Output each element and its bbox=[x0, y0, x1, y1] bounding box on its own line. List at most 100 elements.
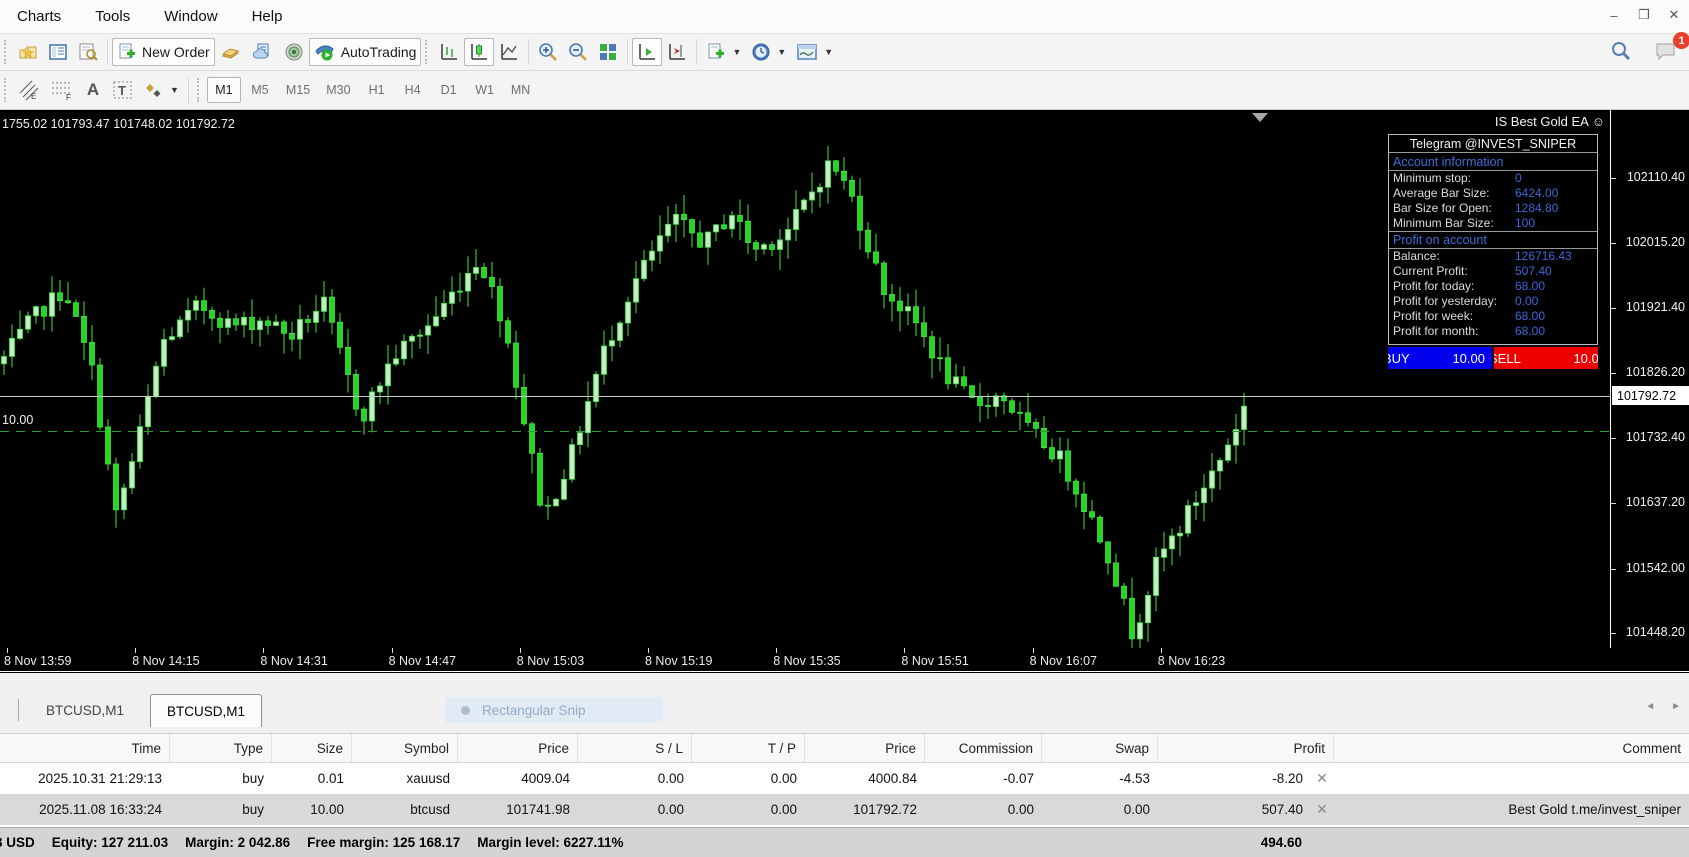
history-button[interactable] bbox=[215, 38, 247, 66]
chevron-down-icon[interactable]: ▼ bbox=[170, 85, 179, 95]
sell-button[interactable]: SELL 10.00 bbox=[1494, 347, 1598, 369]
arrows-tool-button[interactable]: ▼ bbox=[139, 76, 184, 104]
tab-btcusd-1[interactable]: BTCUSD,M1 bbox=[30, 694, 140, 727]
zoom-in-icon bbox=[538, 42, 558, 62]
close-position-button[interactable]: ✕ bbox=[1312, 770, 1332, 787]
chart-shift-button[interactable] bbox=[662, 38, 692, 66]
autotrading-button[interactable]: AutoTrading bbox=[309, 38, 422, 66]
timeframe-m15[interactable]: M15 bbox=[279, 77, 317, 103]
zoom-in-button[interactable] bbox=[533, 38, 563, 66]
price-axis-label: 101542.00 bbox=[1626, 561, 1685, 575]
line-chart-button[interactable] bbox=[494, 38, 524, 66]
position-line[interactable] bbox=[0, 431, 1610, 432]
periods-button[interactable]: ▼ bbox=[746, 38, 791, 66]
tab-scroll-right[interactable]: ► bbox=[1671, 701, 1681, 712]
text-tool-button[interactable]: A bbox=[79, 76, 107, 104]
ea-row: Bar Size for Open:1284.80 bbox=[1389, 201, 1597, 216]
profiles-button[interactable] bbox=[13, 38, 43, 66]
notification-badge: 1 bbox=[1673, 32, 1689, 49]
auto-scroll-button[interactable] bbox=[632, 38, 662, 66]
candlestick-chart-button[interactable] bbox=[464, 38, 494, 66]
ea-row: Minimum stop:0 bbox=[1389, 171, 1597, 186]
time-axis-label: 8 Nov 15:35 bbox=[773, 654, 840, 668]
col-price-current[interactable]: Price bbox=[805, 734, 925, 762]
new-order-label: New Order bbox=[142, 44, 210, 60]
market-watch-button[interactable] bbox=[43, 38, 73, 66]
line-chart-icon bbox=[499, 42, 519, 62]
timeframe-h1[interactable]: H1 bbox=[360, 77, 394, 103]
chevron-down-icon[interactable]: ▼ bbox=[732, 47, 741, 57]
price-axis-label: 101637.20 bbox=[1626, 495, 1685, 509]
rectangular-snip-overlay: Rectangular Snip bbox=[445, 697, 663, 723]
col-time[interactable]: Time bbox=[0, 734, 170, 762]
chevron-down-icon[interactable]: ▼ bbox=[777, 47, 786, 57]
ea-row: Average Bar Size:6424.00 bbox=[1389, 186, 1597, 201]
col-commission[interactable]: Commission bbox=[925, 734, 1042, 762]
menu-help[interactable]: Help bbox=[235, 0, 300, 34]
text-label-button[interactable]: T bbox=[107, 76, 139, 104]
ea-row: Profit for yesterday:0.00 bbox=[1389, 294, 1597, 309]
menu-charts[interactable]: Charts bbox=[0, 0, 78, 34]
publish-button[interactable] bbox=[247, 38, 279, 66]
cloud-publish-icon bbox=[252, 42, 274, 62]
close-position-button[interactable]: ✕ bbox=[1312, 801, 1332, 818]
search-icon bbox=[1610, 40, 1632, 62]
col-profit[interactable]: Profit bbox=[1158, 734, 1334, 762]
time-axis[interactable]: 8 Nov 13:598 Nov 14:158 Nov 14:318 Nov 1… bbox=[0, 648, 1689, 672]
timeframe-d1[interactable]: D1 bbox=[432, 77, 466, 103]
toolbar-separator bbox=[528, 39, 529, 65]
col-comment[interactable]: Comment bbox=[1334, 734, 1689, 762]
col-price-open[interactable]: Price bbox=[458, 734, 578, 762]
col-symbol[interactable]: Symbol bbox=[352, 734, 458, 762]
equidistant-channel-button[interactable]: E bbox=[13, 76, 45, 104]
add-indicator-button[interactable]: ▼ bbox=[701, 38, 746, 66]
col-swap[interactable]: Swap bbox=[1042, 734, 1158, 762]
minimize-button[interactable]: – bbox=[1599, 0, 1629, 30]
trade-row[interactable]: 2025.10.31 21:29:13 buy 0.01 xauusd 4009… bbox=[0, 763, 1689, 794]
news-button[interactable] bbox=[279, 38, 309, 66]
zoom-out-button[interactable] bbox=[563, 38, 593, 66]
new-order-button[interactable]: New Order bbox=[112, 38, 215, 66]
search-button[interactable] bbox=[1605, 37, 1637, 65]
auto-scroll-icon bbox=[637, 42, 657, 62]
chart-shift-icon bbox=[667, 42, 687, 62]
data-window-button[interactable] bbox=[73, 38, 103, 66]
menu-window[interactable]: Window bbox=[147, 0, 234, 34]
time-axis-label: 8 Nov 16:23 bbox=[1158, 654, 1225, 668]
ea-telegram-link[interactable]: Telegram @INVEST_SNIPER bbox=[1389, 135, 1597, 153]
ea-row: Profit for month:68.00 bbox=[1389, 324, 1597, 339]
current-price-box: 101792.72 bbox=[1612, 386, 1689, 405]
fibonacci-button[interactable]: F bbox=[45, 76, 79, 104]
col-size[interactable]: Size bbox=[272, 734, 352, 762]
buy-sell-bar: BUY 10.00 SELL 10.00 bbox=[1388, 347, 1598, 369]
timeframe-m5[interactable]: M5 bbox=[243, 77, 277, 103]
timeframe-mn[interactable]: MN bbox=[504, 77, 538, 103]
col-sl[interactable]: S / L bbox=[578, 734, 692, 762]
close-button[interactable]: ✕ bbox=[1659, 0, 1689, 30]
menu-tools[interactable]: Tools bbox=[78, 0, 147, 34]
templates-button[interactable]: ▼ bbox=[791, 38, 838, 66]
bar-chart-button[interactable] bbox=[434, 38, 464, 66]
buy-button[interactable]: BUY 10.00 bbox=[1388, 347, 1492, 369]
toolbar-grip bbox=[4, 78, 10, 102]
timeframe-m1[interactable]: M1 bbox=[207, 77, 241, 103]
timeframe-w1[interactable]: W1 bbox=[468, 77, 502, 103]
timeframe-m30[interactable]: M30 bbox=[319, 77, 357, 103]
chevron-down-icon[interactable]: ▼ bbox=[824, 47, 833, 57]
ea-row: Minimum Bar Size:100 bbox=[1389, 216, 1597, 231]
text-label-icon: T bbox=[112, 79, 134, 101]
tab-scroll-left[interactable]: ◄ bbox=[1645, 701, 1655, 712]
col-tp[interactable]: T / P bbox=[692, 734, 805, 762]
tile-windows-button[interactable] bbox=[593, 38, 623, 66]
timeframe-h4[interactable]: H4 bbox=[396, 77, 430, 103]
equidistant-channel-icon: E bbox=[18, 79, 40, 101]
price-axis[interactable]: 102110.40102015.20101921.40101826.201017… bbox=[1610, 110, 1689, 648]
tab-btcusd-2[interactable]: BTCUSD,M1 bbox=[150, 694, 262, 727]
col-type[interactable]: Type bbox=[170, 734, 272, 762]
price-axis-label: 101826.20 bbox=[1626, 365, 1685, 379]
trade-row-selected[interactable]: 2025.11.08 16:33:24 buy 10.00 btcusd 101… bbox=[0, 794, 1689, 825]
svg-text:E: E bbox=[31, 92, 36, 101]
notifications-button[interactable]: 1 bbox=[1649, 37, 1683, 65]
restore-button[interactable]: ❐ bbox=[1629, 0, 1659, 30]
chart-area[interactable]: 1755.02 101793.47 101748.02 101792.72 10… bbox=[0, 110, 1689, 673]
